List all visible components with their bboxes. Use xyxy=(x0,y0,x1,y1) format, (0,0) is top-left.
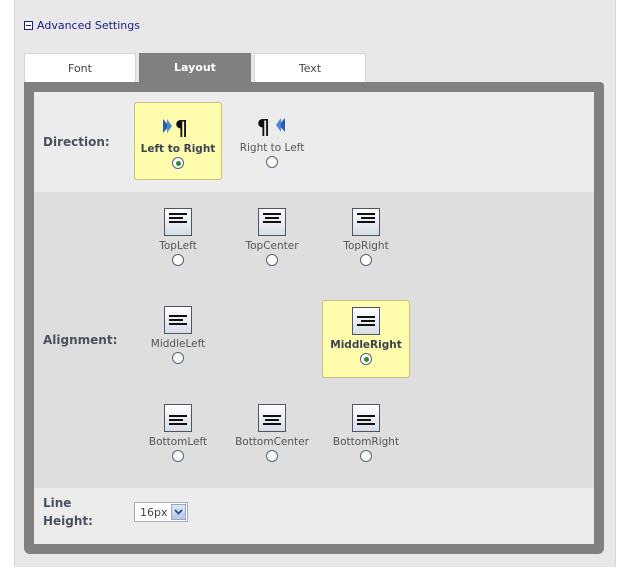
alignment-option-label: TopLeft xyxy=(159,240,197,252)
align-middle-left-icon xyxy=(164,306,192,334)
alignment-bottomright-radio[interactable] xyxy=(360,450,372,462)
alignment-topright-radio[interactable] xyxy=(360,254,372,266)
direction-option-rtl[interactable]: ¶ Right to Left xyxy=(228,102,316,180)
alignment-bottomleft-radio[interactable] xyxy=(172,450,184,462)
line-height-label-line1: Line xyxy=(43,496,72,510)
direction-option-ltr[interactable]: ¶ Left to Right xyxy=(134,102,222,180)
rtl-paragraph-icon: ¶ xyxy=(257,115,285,138)
alignment-option-topright[interactable]: TopRight xyxy=(322,202,410,280)
align-bottom-right-icon xyxy=(352,404,380,432)
line-height-row: Line Height: 16px xyxy=(34,488,594,544)
align-top-left-icon xyxy=(164,208,192,236)
direction-option-label: Left to Right xyxy=(140,143,216,155)
direction-option-label: Right to Left xyxy=(239,142,305,154)
layout-panel: Direction: ¶ Left to Right ¶ Right to Le… xyxy=(24,82,604,554)
alignment-middleleft-radio[interactable] xyxy=(172,352,184,364)
advanced-settings-label[interactable]: Advanced Settings xyxy=(37,19,140,32)
tab-font[interactable]: Font xyxy=(24,53,136,82)
alignment-topcenter-radio[interactable] xyxy=(266,254,278,266)
alignment-option-label: BottomRight xyxy=(332,436,400,448)
line-height-label: Line Height: xyxy=(43,494,93,530)
align-bottom-center-icon xyxy=(258,404,286,432)
alignment-option-label: BottomLeft xyxy=(148,436,208,448)
collapse-minus-icon[interactable] xyxy=(24,21,33,30)
svg-text:¶: ¶ xyxy=(257,115,270,138)
alignment-option-bottomright[interactable]: BottomRight xyxy=(322,398,410,476)
alignment-option-middleleft[interactable]: MiddleLeft xyxy=(134,300,222,378)
direction-rtl-radio[interactable] xyxy=(266,156,278,168)
advanced-settings-toggle[interactable]: Advanced Settings xyxy=(24,19,140,32)
alignment-topleft-radio[interactable] xyxy=(172,254,184,266)
alignment-option-topleft[interactable]: TopLeft xyxy=(134,202,222,280)
line-height-label-line2: Height: xyxy=(43,514,93,528)
layout-panel-inner: Direction: ¶ Left to Right ¶ Right to Le… xyxy=(34,92,594,544)
alignment-option-topcenter[interactable]: TopCenter xyxy=(228,202,316,280)
alignment-option-label: TopRight xyxy=(343,240,389,252)
direction-row: Direction: ¶ Left to Right ¶ Right to Le… xyxy=(34,92,594,192)
direction-label: Direction: xyxy=(43,135,110,149)
alignment-option-label: BottomCenter xyxy=(235,436,309,448)
align-middle-right-icon xyxy=(352,307,380,335)
align-top-center-icon xyxy=(258,208,286,236)
svg-text:¶: ¶ xyxy=(175,116,188,139)
align-bottom-left-icon xyxy=(164,404,192,432)
alignment-bottomcenter-radio[interactable] xyxy=(266,450,278,462)
tab-text[interactable]: Text xyxy=(254,53,366,82)
line-height-select[interactable]: 16px xyxy=(134,502,188,522)
alignment-label: Alignment: xyxy=(43,333,118,347)
align-top-right-icon xyxy=(352,208,380,236)
ltr-paragraph-icon: ¶ xyxy=(163,116,188,139)
alignment-option-label: MiddleLeft xyxy=(150,338,206,350)
alignment-option-label: TopCenter xyxy=(245,240,299,252)
direction-ltr-radio[interactable] xyxy=(172,157,184,169)
tab-layout[interactable]: Layout xyxy=(139,53,251,82)
alignment-row: Alignment: TopLeft TopCenter TopRight Mi… xyxy=(34,192,594,488)
line-height-value: 16px xyxy=(140,505,168,519)
chevron-down-icon[interactable] xyxy=(171,504,186,520)
alignment-option-bottomleft[interactable]: BottomLeft xyxy=(134,398,222,476)
alignment-option-bottomcenter[interactable]: BottomCenter xyxy=(228,398,316,476)
alignment-middleright-radio[interactable] xyxy=(360,353,372,365)
alignment-option-middleright[interactable]: MiddleRight xyxy=(322,300,410,378)
alignment-option-label: MiddleRight xyxy=(330,339,402,351)
